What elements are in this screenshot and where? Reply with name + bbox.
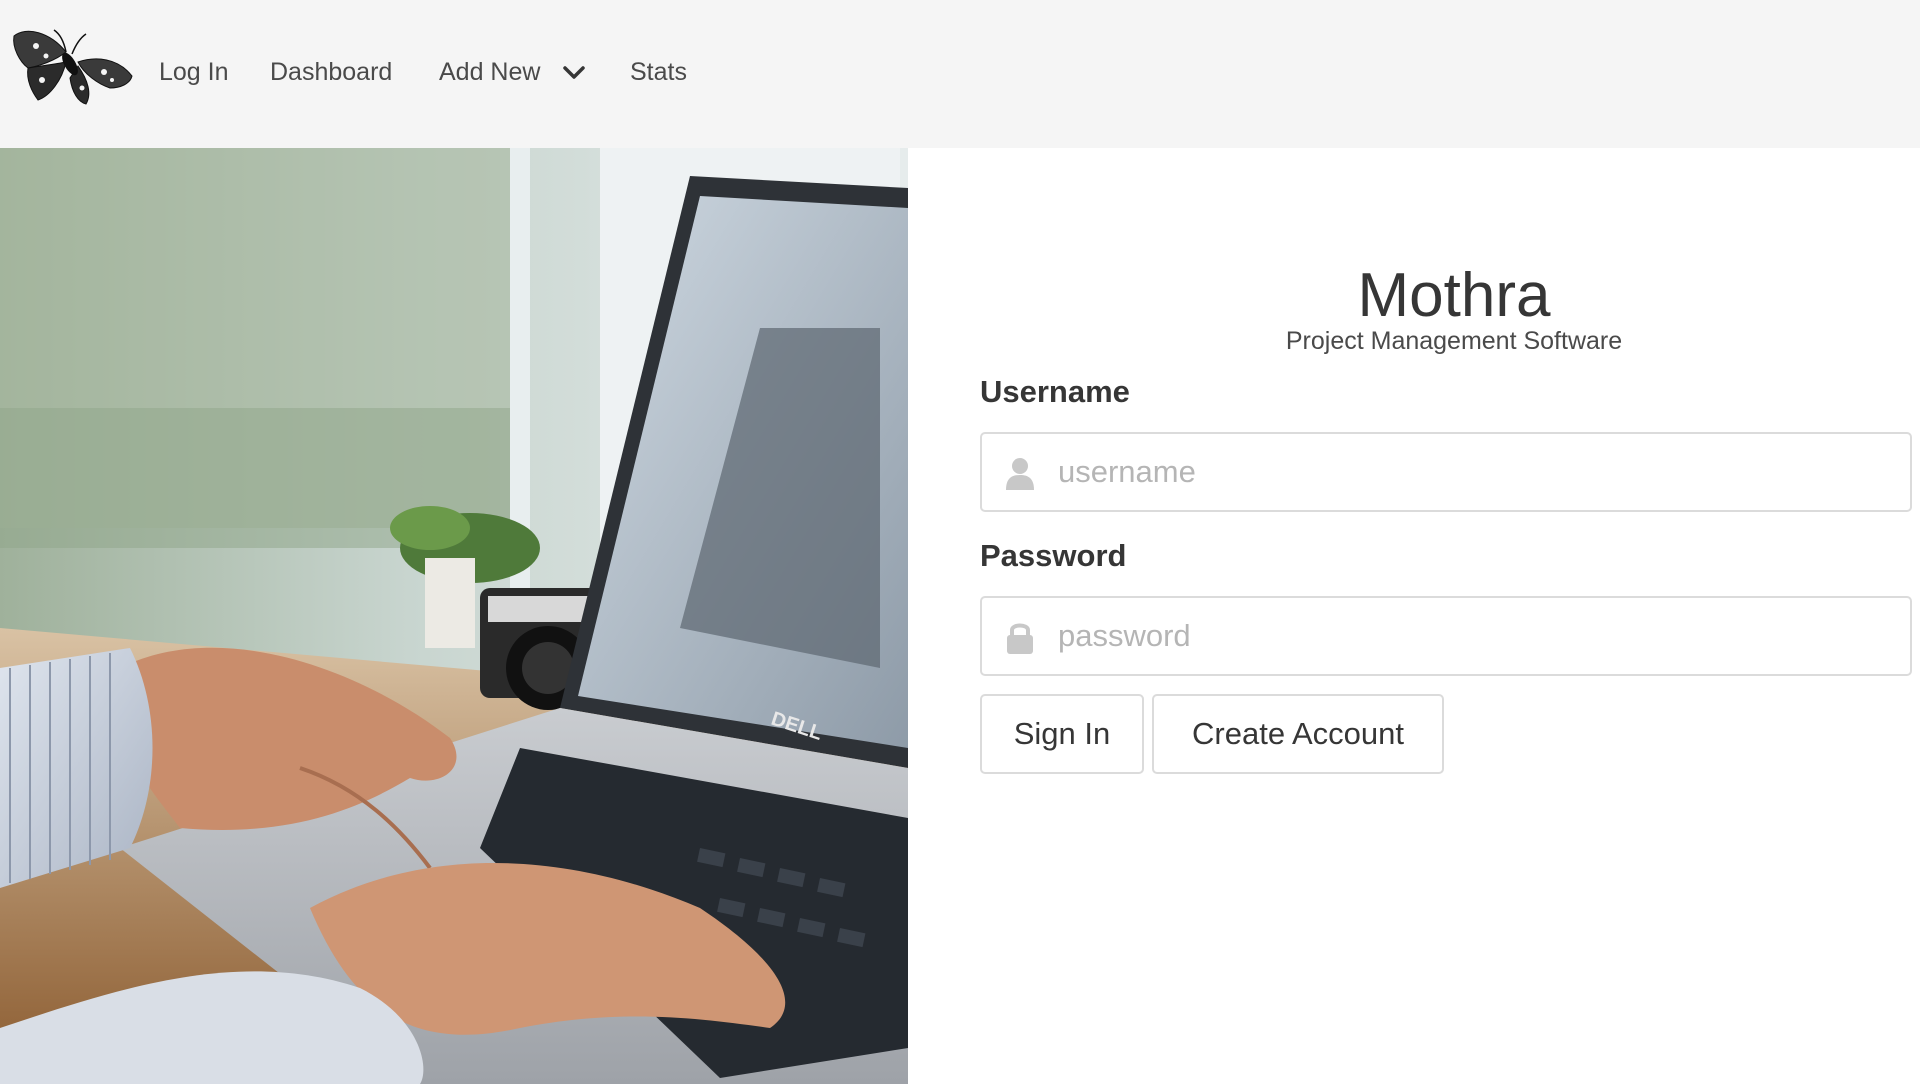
user-icon [1004, 456, 1036, 490]
login-panel: Mothra Project Management Software Usern… [908, 148, 1920, 1084]
nav-log-in[interactable]: Log In [159, 52, 229, 92]
password-field-wrapper[interactable] [980, 596, 1912, 676]
nav-stats[interactable]: Stats [630, 52, 687, 92]
username-input[interactable] [1058, 434, 1898, 510]
username-label: Username [980, 374, 1130, 409]
password-input[interactable] [1058, 598, 1898, 674]
lock-icon [1004, 620, 1036, 654]
app-subtitle: Project Management Software [1285, 327, 1623, 355]
hero-laptop-image: DELL [0, 148, 908, 1084]
username-field-wrapper[interactable] [980, 432, 1912, 512]
nav-add-new[interactable]: Add New [439, 52, 540, 92]
create-account-button[interactable]: Create Account [1152, 694, 1444, 774]
chevron-down-icon[interactable] [562, 62, 586, 84]
top-navbar: Log In Dashboard Add New Stats [0, 0, 1920, 148]
password-label: Password [980, 538, 1127, 573]
moth-logo-icon[interactable] [6, 22, 140, 108]
nav-dashboard[interactable]: Dashboard [270, 52, 392, 92]
sign-in-button[interactable]: Sign In [980, 694, 1144, 774]
